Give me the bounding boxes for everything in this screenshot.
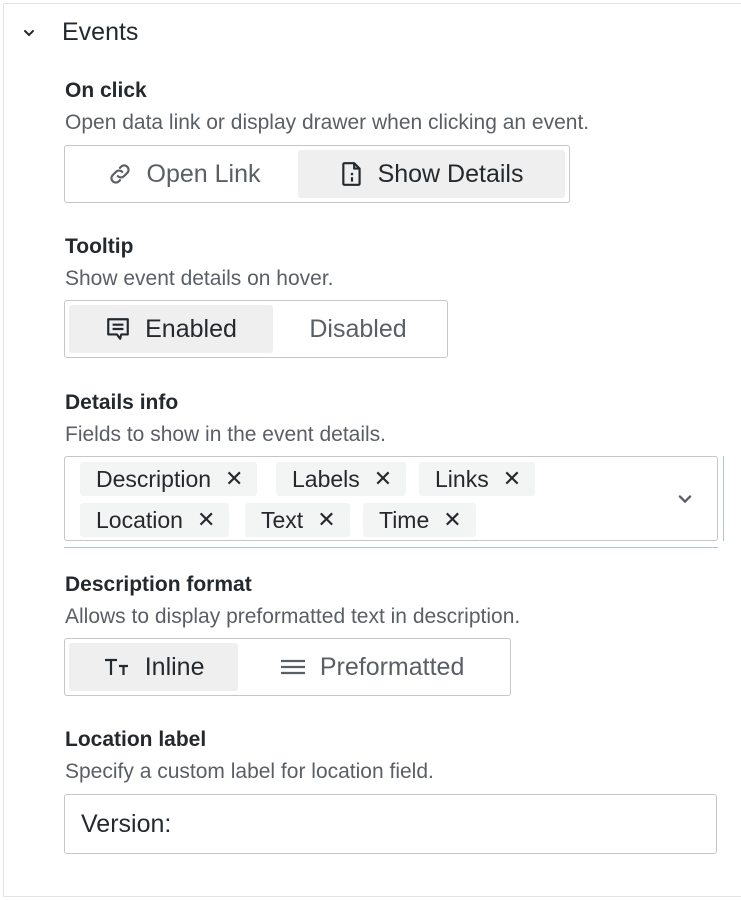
tag-label: Location xyxy=(96,506,183,533)
tooltip-option-disabled[interactable]: Disabled xyxy=(273,305,443,353)
tag-label: Text xyxy=(261,506,304,533)
location-label-field: Location label Specify a custom label fo… xyxy=(65,727,434,785)
tooltip-field: Tooltip Show event details on hover. xyxy=(65,234,334,292)
location-label-description: Specify a custom label for location fiel… xyxy=(65,760,434,783)
details-info-field: Details info Fields to show in the event… xyxy=(65,390,386,448)
description-format-radio-group: Inline Preformatted xyxy=(64,638,511,696)
tooltip-option-enabled[interactable]: Enabled xyxy=(69,305,273,353)
option-label: Disabled xyxy=(309,314,407,343)
section-header-events[interactable]: Events xyxy=(22,18,138,47)
tag-label: Description xyxy=(96,465,212,492)
remove-tag-icon[interactable]: ✕ xyxy=(197,507,215,533)
tooltip-description: Show event details on hover. xyxy=(65,267,334,290)
tag-label: Labels xyxy=(292,465,360,492)
focus-underline xyxy=(64,547,718,548)
tag-location: Location ✕ xyxy=(80,503,230,537)
file-info-icon xyxy=(341,162,361,186)
description-format-option-inline[interactable]: Inline xyxy=(69,643,239,691)
tag-label: Links xyxy=(435,465,489,492)
tooltip-radio-group: Enabled Disabled xyxy=(64,300,448,358)
focus-sideline xyxy=(723,456,724,541)
tag-description: Description ✕ xyxy=(80,462,258,496)
chevron-down-icon[interactable] xyxy=(22,26,36,40)
tag-labels: Labels ✕ xyxy=(276,462,407,496)
location-label-input[interactable] xyxy=(64,794,717,854)
tag-time: Time ✕ xyxy=(363,503,476,537)
on-click-option-open-link[interactable]: Open Link xyxy=(69,150,298,198)
on-click-description: Open data link or display drawer when cl… xyxy=(65,111,590,134)
option-label: Inline xyxy=(144,652,205,681)
align-justify-icon xyxy=(280,659,305,675)
description-format-option-preformatted[interactable]: Preformatted xyxy=(238,643,506,691)
on-click-radio-group: Open Link Show Details xyxy=(64,145,570,203)
description-format-description: Allows to display preformatted text in d… xyxy=(65,605,521,628)
tag-links: Links ✕ xyxy=(419,462,536,496)
tag-text: Text ✕ xyxy=(245,503,350,537)
option-label: Preformatted xyxy=(319,652,465,681)
tag-label: Time xyxy=(379,506,430,533)
remove-tag-icon[interactable]: ✕ xyxy=(374,466,392,492)
remove-tag-icon[interactable]: ✕ xyxy=(225,466,243,492)
comment-icon xyxy=(107,318,129,340)
on-click-field: On click Open data link or display drawe… xyxy=(65,78,589,136)
location-label-label: Location label xyxy=(65,728,207,751)
option-label: Open Link xyxy=(146,159,261,188)
tooltip-label: Tooltip xyxy=(65,235,134,258)
remove-tag-icon[interactable]: ✕ xyxy=(317,507,335,533)
description-format-field: Description format Allows to display pre… xyxy=(65,572,520,630)
on-click-label: On click xyxy=(65,79,147,102)
chevron-down-icon[interactable] xyxy=(676,490,694,513)
option-label: Enabled xyxy=(145,314,237,343)
section-title: Events xyxy=(62,18,139,46)
remove-tag-icon[interactable]: ✕ xyxy=(443,507,461,533)
details-info-multiselect[interactable]: Description ✕ Labels ✕ Links ✕ Location ✕ Te… xyxy=(64,456,718,541)
description-format-label: Description format xyxy=(65,573,252,596)
link-icon xyxy=(109,164,130,184)
on-click-option-show-details[interactable]: Show Details xyxy=(298,150,565,198)
text-size-icon xyxy=(104,658,128,675)
details-info-description: Fields to show in the event details. xyxy=(65,423,387,446)
option-label: Show Details xyxy=(377,159,524,188)
remove-tag-icon[interactable]: ✕ xyxy=(503,466,521,492)
details-info-label: Details info xyxy=(65,391,179,414)
